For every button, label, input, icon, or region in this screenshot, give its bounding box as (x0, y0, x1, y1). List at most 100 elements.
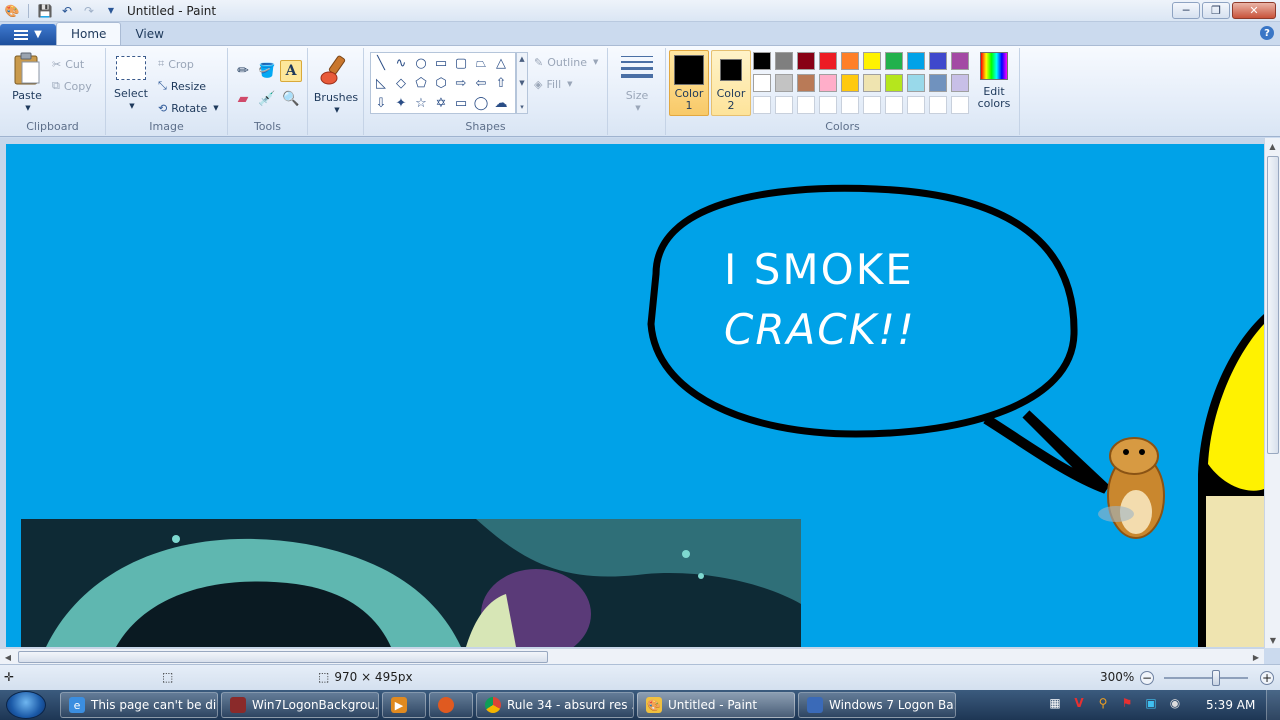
curve-shape-icon[interactable]: ∿ (391, 53, 411, 73)
taskbar-item-chrome[interactable]: Rule 34 - absurd res ... (476, 692, 634, 718)
palette-color-swatch[interactable] (951, 74, 969, 92)
left-arrow-shape-icon[interactable]: ⇦ (471, 73, 491, 93)
resize-button[interactable]: ⤡ Resize (158, 76, 206, 96)
triangle-shape-icon[interactable]: △ (491, 53, 511, 73)
taskbar-item-media[interactable]: ▶ (382, 692, 426, 718)
palette-color-swatch[interactable] (753, 74, 771, 92)
close-button[interactable]: ✕ (1232, 2, 1276, 19)
taskbar-clock[interactable]: 5:39 AM (1206, 690, 1255, 720)
taskbar-item-firefox[interactable] (429, 692, 473, 718)
flag-tray-icon[interactable]: ⚑ (1118, 694, 1136, 712)
right-arrow-shape-icon[interactable]: ⇨ (451, 73, 471, 93)
line-shape-icon[interactable]: ╲ (371, 53, 391, 73)
expand-gallery-icon[interactable]: ▾ (520, 103, 524, 111)
antivirus-tray-icon[interactable]: V (1070, 694, 1088, 712)
palette-color-swatch[interactable] (885, 96, 903, 114)
scroll-right-icon[interactable]: ▶ (1248, 649, 1264, 665)
network-tray-icon[interactable]: ▦ (1046, 694, 1064, 712)
help-icon[interactable]: ? (1260, 26, 1274, 40)
palette-color-swatch[interactable] (841, 52, 859, 70)
copy-button[interactable]: ⧉ Copy (52, 76, 92, 96)
vertical-scroll-thumb[interactable] (1267, 156, 1279, 454)
hexagon-shape-icon[interactable]: ⬡ (431, 73, 451, 93)
fill-button[interactable]: ◈ Fill ▼ (534, 74, 573, 94)
text-tool-icon[interactable]: A (280, 60, 302, 82)
palette-color-swatch[interactable] (929, 52, 947, 70)
redo-icon[interactable]: ↷ (81, 3, 97, 19)
palette-color-swatch[interactable] (753, 96, 771, 114)
paint-app-icon[interactable]: 🎨 (4, 3, 20, 19)
tab-home[interactable]: Home (56, 22, 122, 45)
palette-color-swatch[interactable] (775, 96, 793, 114)
taskbar-item-ie[interactable]: e This page can't be di... (60, 692, 218, 718)
palette-color-swatch[interactable] (951, 52, 969, 70)
taskbar-item-windows7logon[interactable]: Windows 7 Logon Ba... (798, 692, 956, 718)
taskbar-item-paint[interactable]: 🎨 Untitled - Paint (637, 692, 795, 718)
color2-button[interactable]: Color 2 (711, 50, 751, 116)
palette-color-swatch[interactable] (775, 74, 793, 92)
zoom-out-button[interactable]: − (1140, 671, 1154, 685)
maximize-button[interactable]: ❐ (1202, 2, 1230, 19)
palette-color-swatch[interactable] (929, 96, 947, 114)
drawing-canvas[interactable]: I SMOKE CRACK!! (6, 144, 1264, 647)
palette-color-swatch[interactable] (819, 52, 837, 70)
palette-color-swatch[interactable] (907, 96, 925, 114)
right-triangle-shape-icon[interactable]: ◺ (371, 73, 391, 93)
six-point-star-shape-icon[interactable]: ✡ (431, 93, 451, 113)
palette-color-swatch[interactable] (907, 52, 925, 70)
palette-color-swatch[interactable] (753, 52, 771, 70)
edit-colors-button[interactable]: Edit colors (976, 52, 1012, 110)
palette-color-swatch[interactable] (885, 52, 903, 70)
shapes-scrollbar[interactable]: ▲ ▼ ▾ (516, 52, 528, 114)
rotate-button[interactable]: ⟲ Rotate ▼ (158, 98, 219, 118)
down-arrow-shape-icon[interactable]: ⇩ (371, 93, 391, 113)
select-button[interactable]: Select ▼ (114, 56, 148, 112)
scroll-down-icon[interactable]: ▼ (1265, 632, 1280, 648)
paste-button[interactable]: Paste ▼ (8, 52, 46, 114)
volume-tray-icon[interactable]: ◉ (1166, 694, 1184, 712)
rectangle-shape-icon[interactable]: ▭ (431, 53, 451, 73)
palette-color-swatch[interactable] (863, 96, 881, 114)
crop-button[interactable]: ⌗ Crop (158, 54, 194, 74)
start-button[interactable] (6, 691, 46, 719)
zoom-slider-track[interactable] (1164, 677, 1248, 679)
taskbar-item-win7logon[interactable]: Win7LogonBackgrou... (221, 692, 379, 718)
display-tray-icon[interactable]: ▣ (1142, 694, 1160, 712)
undo-icon[interactable]: ↶ (59, 3, 75, 19)
scroll-down-icon[interactable]: ▼ (519, 79, 524, 87)
palette-color-swatch[interactable] (885, 74, 903, 92)
color1-button[interactable]: Color 1 (669, 50, 709, 116)
four-point-star-shape-icon[interactable]: ✦ (391, 93, 411, 113)
horizontal-scrollbar[interactable]: ◀ ▶ (0, 648, 1264, 664)
palette-color-swatch[interactable] (775, 52, 793, 70)
palette-color-swatch[interactable] (929, 74, 947, 92)
magnifier-icon[interactable]: 🔍 (280, 88, 302, 110)
eraser-icon[interactable]: ▰ (232, 88, 254, 110)
rounded-callout-shape-icon[interactable]: ▭ (451, 93, 471, 113)
vertical-scrollbar[interactable]: ▲ ▼ (1264, 138, 1280, 648)
polygon-shape-icon[interactable]: ⏢ (471, 53, 491, 73)
palette-color-swatch[interactable] (797, 52, 815, 70)
five-point-star-shape-icon[interactable]: ☆ (411, 93, 431, 113)
palette-color-swatch[interactable] (819, 74, 837, 92)
zoom-slider-thumb[interactable] (1212, 670, 1220, 686)
cut-button[interactable]: ✂ Cut (52, 54, 84, 74)
scroll-up-icon[interactable]: ▲ (519, 55, 524, 63)
palette-color-swatch[interactable] (819, 96, 837, 114)
color-picker-icon[interactable]: 💉 (256, 88, 278, 110)
palette-color-swatch[interactable] (841, 96, 859, 114)
pencil-icon[interactable]: ✏ (232, 60, 254, 82)
palette-color-swatch[interactable] (951, 96, 969, 114)
up-arrow-shape-icon[interactable]: ⇧ (491, 73, 511, 93)
tab-view[interactable]: View (121, 22, 177, 45)
palette-color-swatch[interactable] (863, 52, 881, 70)
show-desktop-button[interactable] (1266, 690, 1280, 720)
zoom-in-button[interactable]: + (1260, 671, 1274, 685)
brushes-button[interactable]: Brushes ▼ (314, 54, 358, 116)
size-button[interactable]: Size ▼ (616, 56, 658, 114)
palette-color-swatch[interactable] (797, 96, 815, 114)
palette-color-swatch[interactable] (841, 74, 859, 92)
palette-color-swatch[interactable] (863, 74, 881, 92)
paint-menu-button[interactable]: ▼ (0, 24, 56, 45)
pentagon-shape-icon[interactable]: ⬠ (411, 73, 431, 93)
